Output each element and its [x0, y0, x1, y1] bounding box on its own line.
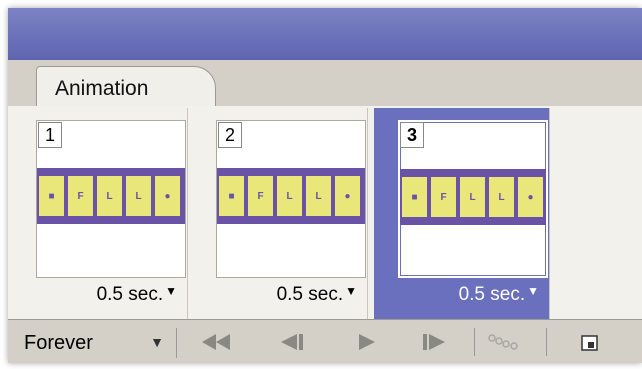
tween-icon	[488, 334, 518, 350]
thumbnail-cell: L	[469, 191, 476, 203]
toolbar-divider	[546, 328, 547, 356]
thumbnail-cell: L	[286, 190, 293, 202]
thumbnail-cell: ●	[527, 191, 534, 203]
frame-delay-label: 0.5 sec.	[276, 284, 344, 305]
tab-animation-label: Animation	[55, 77, 149, 100]
frame-delay[interactable]: 0.5 sec. ▼	[97, 284, 177, 306]
thumbnail-strip: ■ F L L ●	[37, 168, 185, 224]
play-icon	[359, 334, 375, 350]
frame-delay[interactable]: 0.5 sec. ▼	[277, 284, 357, 306]
thumbnail-strip: ■ F L L ●	[400, 169, 546, 225]
frame-number: 3	[400, 122, 424, 148]
frame-number: 2	[218, 122, 242, 148]
frame-delay-label: 0.5 sec.	[458, 284, 526, 305]
dropdown-arrow-icon[interactable]: ▼	[527, 284, 539, 298]
animation-toolbar: Forever ▼	[8, 319, 642, 363]
next-frame-button[interactable]	[412, 326, 456, 358]
duplicate-frame-button[interactable]	[568, 326, 612, 358]
animation-panel: Animation ■ F L L ● 1 0.5 sec. ▼ ■ F L L…	[8, 8, 642, 363]
previous-frame-icon	[281, 334, 303, 350]
thumbnail-cell: ●	[344, 190, 351, 202]
tab-strip: Animation	[8, 60, 642, 107]
thumbnail-cell: ■	[411, 191, 418, 203]
first-frame-button[interactable]	[194, 326, 238, 358]
panel-title-bar[interactable]	[8, 8, 642, 60]
thumbnail-cell: ■	[48, 190, 55, 202]
frame-delay[interactable]: 0.5 sec. ▼	[459, 284, 539, 306]
frames-area: ■ F L L ● 1 0.5 sec. ▼ ■ F L L ● 2 0.5 s…	[8, 106, 642, 319]
thumbnail-cell: F	[77, 190, 84, 202]
next-frame-icon	[423, 334, 445, 350]
thumbnail-cell: L	[315, 190, 322, 202]
thumbnail-strip: ■ F L L ●	[217, 168, 365, 224]
new-frame-icon	[581, 335, 598, 351]
first-frame-icon	[202, 334, 230, 350]
dropdown-arrow-icon[interactable]: ▼	[165, 284, 177, 298]
frame-delay-label: 0.5 sec.	[96, 284, 164, 305]
tab-animation[interactable]: Animation	[36, 66, 216, 106]
frame-2[interactable]: ■ F L L ● 2 0.5 sec. ▼	[192, 108, 368, 319]
thumbnail-cell: F	[257, 190, 264, 202]
loop-select[interactable]: Forever ▼	[18, 328, 177, 358]
loop-value: Forever	[24, 332, 93, 354]
tween-button[interactable]	[482, 326, 526, 358]
frame-number: 1	[38, 122, 62, 148]
toolbar-divider	[474, 328, 475, 356]
thumbnail-cell: L	[498, 191, 505, 203]
chevron-down-icon: ▼	[150, 334, 164, 350]
thumbnail-cell: F	[440, 191, 447, 203]
thumbnail-cell: ●	[164, 190, 171, 202]
frame-1[interactable]: ■ F L L ● 1 0.5 sec. ▼	[12, 108, 188, 319]
dropdown-arrow-icon[interactable]: ▼	[345, 284, 357, 298]
thumbnail-cell: L	[106, 190, 113, 202]
thumbnail-cell: L	[135, 190, 142, 202]
play-button[interactable]	[344, 326, 388, 358]
frame-3[interactable]: ■ F L L ● 3 0.5 sec. ▼	[374, 108, 550, 319]
previous-frame-button[interactable]	[270, 326, 314, 358]
thumbnail-cell: ■	[228, 190, 235, 202]
